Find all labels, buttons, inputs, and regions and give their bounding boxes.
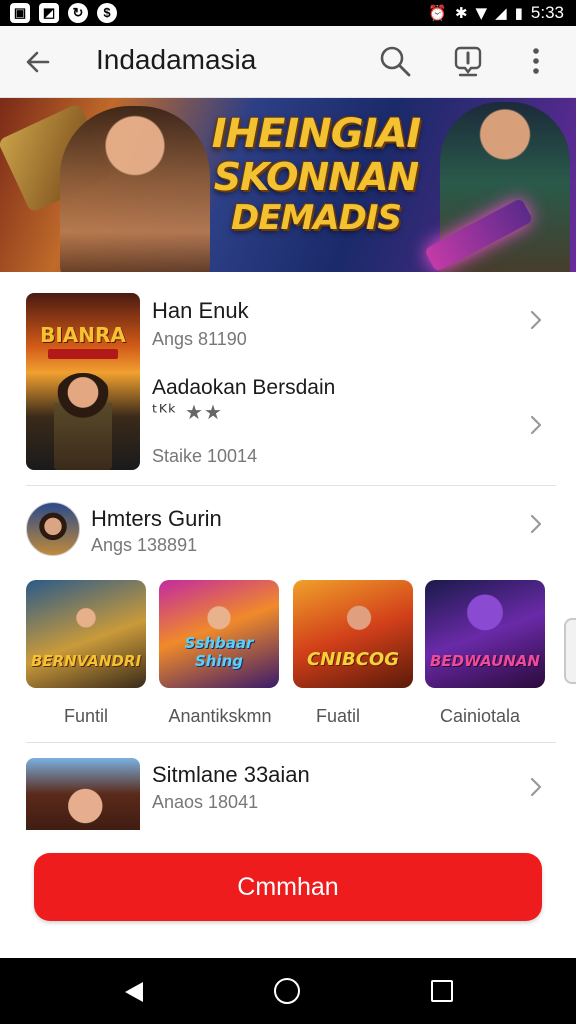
game-tile-logo: BERNVANDRI xyxy=(30,652,142,670)
file-icon: ◩ xyxy=(39,3,59,23)
game-tile-logo: BEDWAUNAN xyxy=(430,652,540,670)
divider xyxy=(26,742,556,743)
promo-banner[interactable]: IHEINGIAI SKONNAN DEMADIS xyxy=(0,98,576,272)
primary-action-button[interactable]: Cmmhan xyxy=(34,853,542,921)
game-tile-name[interactable]: Fuatil xyxy=(293,706,383,727)
banner-title-line2: SKONNAN xyxy=(213,155,420,199)
battery-icon: ▮ xyxy=(514,4,523,22)
wifi-icon: ▼ xyxy=(475,4,488,22)
featured-item2-title[interactable]: Aadaokan Bersdain xyxy=(152,376,335,400)
more-options-icon[interactable] xyxy=(524,44,548,80)
banner-hero-left-art xyxy=(60,106,210,272)
game-tile[interactable]: BEDWAUNAN xyxy=(425,580,545,688)
game-tile-logo: CNIBCOG xyxy=(307,649,399,670)
game-tile[interactable]: BERNVANDRI xyxy=(26,580,146,688)
notification-badge-icon[interactable] xyxy=(450,42,486,80)
game-tile-logo: Sshbaar Shing xyxy=(184,634,254,670)
rating-prefix: ᵗᴷᵏ xyxy=(152,400,178,424)
chevron-right-icon[interactable] xyxy=(529,414,543,436)
game-tile-name[interactable]: Funtil xyxy=(26,706,146,727)
last-item-sub: Anaos 18041 xyxy=(152,792,259,812)
nav-back-icon[interactable] xyxy=(122,980,146,1004)
scroll-peek-handle[interactable] xyxy=(564,618,576,684)
status-left-icons: ▣ ◩ ↻ $ xyxy=(10,3,117,23)
coin-icon: $ xyxy=(97,3,117,23)
page-title: Indadamasia xyxy=(96,44,257,75)
rating-stars: ᵗᴷᵏ ★★ xyxy=(152,400,223,424)
app-bar: Indadamasia xyxy=(0,26,576,98)
banner-title-line3: DEMADIS xyxy=(231,198,402,238)
game-tile[interactable]: Sshbaar Shing xyxy=(159,580,279,688)
avatar[interactable] xyxy=(26,502,80,556)
status-time: 5:33 xyxy=(530,3,564,22)
sync-icon: ↻ xyxy=(68,3,88,23)
chevron-right-icon[interactable] xyxy=(529,776,543,798)
featured-item1-sub: Angs 81190 xyxy=(152,329,247,349)
signal-icon: ◢ xyxy=(495,4,507,22)
featured-thumb-title: BIANRA xyxy=(40,323,126,347)
last-item-thumbnail[interactable] xyxy=(26,758,140,832)
chevron-right-icon[interactable] xyxy=(529,309,543,331)
section-title[interactable]: Hmters Gurin xyxy=(91,506,222,532)
featured-item1-title[interactable]: Han Enuk xyxy=(152,298,249,324)
game-tile-name[interactable]: Cainiotala xyxy=(415,706,545,727)
banner-title-line1: IHEINGIAI xyxy=(211,111,422,157)
last-item-title[interactable]: Sitmlane 33aian xyxy=(152,762,310,788)
section-sub: Angs 138891 xyxy=(91,535,198,555)
banner-title: IHEINGIAI SKONNAN DEMADIS xyxy=(206,112,426,238)
game-tile-name[interactable]: Anantikskmn xyxy=(150,706,290,727)
chevron-right-icon[interactable] xyxy=(529,513,543,535)
search-icon[interactable] xyxy=(378,44,412,78)
image-icon: ▣ xyxy=(10,3,30,23)
status-right-icons: ⏰ ✱ ▼ ◢ ▮ 5:33 xyxy=(428,3,564,23)
alarm-icon: ⏰ xyxy=(428,4,447,22)
divider xyxy=(26,485,556,486)
featured-thumb-character xyxy=(54,373,112,470)
bluetooth-icon: ✱ xyxy=(454,4,468,22)
rating-star-icons: ★★ xyxy=(185,400,223,424)
featured-item2-sub: Staike 10014 xyxy=(152,446,258,466)
status-bar: ▣ ◩ ↻ $ ⏰ ✱ ▼ ◢ ▮ 5:33 xyxy=(0,0,576,26)
back-arrow-icon[interactable] xyxy=(22,46,54,78)
game-tile[interactable]: CNIBCOG xyxy=(293,580,413,688)
nav-home-icon[interactable] xyxy=(274,978,300,1004)
featured-game-thumbnail[interactable]: BIANRA xyxy=(26,293,140,470)
nav-recents-icon[interactable] xyxy=(431,980,453,1002)
content-list: BIANRA Han Enuk Angs 81190 Aadaokan Bers… xyxy=(0,272,576,832)
featured-thumb-ribbon xyxy=(48,349,118,359)
